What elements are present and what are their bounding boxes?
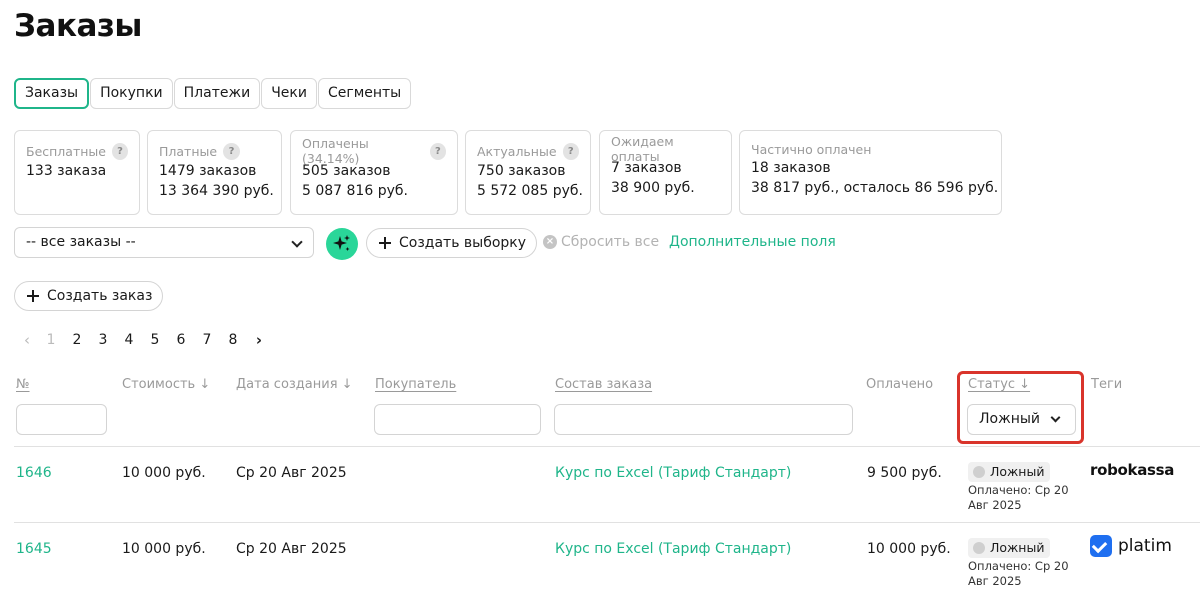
paid-date-note: Оплачено: Ср 20 Авг 2025 — [968, 483, 1069, 512]
status-badge-label: Ложный — [990, 464, 1045, 479]
help-icon[interactable]: ? — [429, 142, 446, 160]
platim-check-icon — [1090, 535, 1112, 557]
stat-label: Бесплатные — [26, 143, 106, 159]
stat-sum: 5 572 085 руб. — [477, 183, 583, 199]
page-title: Заказы — [14, 8, 142, 44]
column-header-items[interactable]: Состав заказа — [555, 377, 652, 392]
stat-count: 505 заказов — [302, 163, 391, 179]
help-icon[interactable]: ? — [562, 142, 579, 160]
stat-card-awaiting[interactable]: Ожидаем оплаты 7 заказов 38 900 руб. — [599, 130, 732, 215]
buyer-filter-input[interactable] — [374, 404, 541, 435]
stat-label: Ожидаем оплаты — [611, 134, 674, 164]
extra-fields-link[interactable]: Дополнительные поля — [669, 234, 836, 250]
create-selection-label: Создать выборку — [399, 235, 527, 251]
column-header-tags: Теги — [1091, 377, 1123, 392]
status-badge: Ложный — [968, 462, 1051, 482]
tab-payments[interactable]: Платежи — [173, 78, 261, 109]
stat-card-paid[interactable]: Платные? 1479 заказов 13 364 390 руб. — [147, 130, 282, 215]
create-order-label: Создать заказ — [47, 288, 153, 304]
stat-label: Частично оплачен — [751, 141, 872, 157]
page-link[interactable]: 6 — [168, 332, 194, 348]
reset-all-label: Сбросить все — [561, 234, 660, 250]
row-divider — [14, 446, 1200, 447]
robokassa-logo: robokassa — [1090, 461, 1175, 479]
help-icon[interactable]: ? — [223, 142, 241, 160]
prev-page-icon[interactable]: ‹ — [20, 331, 34, 349]
tabs-bar: Заказы Покупки Платежи Чеки Сегменты — [14, 78, 412, 109]
stat-count: 18 заказов — [751, 160, 831, 176]
column-header-cost[interactable]: Стоимость ↓ — [122, 377, 210, 392]
stat-card-partial[interactable]: Частично оплачен 18 заказов 38 817 руб.,… — [739, 130, 1002, 215]
segment-select[interactable]: -- все заказы -- — [14, 227, 314, 258]
stat-label: Платные — [159, 143, 218, 159]
stat-count: 133 заказа — [26, 163, 107, 179]
status-filter-highlight — [957, 371, 1084, 444]
create-order-button[interactable]: Создать заказ — [14, 281, 164, 311]
ai-magic-button[interactable] — [326, 228, 358, 260]
paid-date-note: Оплачено: Ср 20 Авг 2025 — [968, 559, 1069, 588]
stat-label: Актуальные — [477, 143, 557, 159]
page-link[interactable]: 4 — [116, 332, 142, 348]
page-link-current: 1 — [46, 332, 56, 348]
page-link[interactable]: 5 — [142, 332, 168, 348]
stat-card-actual[interactable]: Актуальные? 750 заказов 5 572 085 руб. — [465, 130, 591, 215]
status-badge-label: Ложный — [990, 540, 1045, 555]
stat-sum: 38 900 руб. — [611, 180, 695, 196]
status-dot-icon — [973, 542, 985, 554]
stat-sum: 5 087 816 руб. — [302, 183, 408, 199]
stat-count: 750 заказов — [477, 163, 566, 179]
order-items-link[interactable]: Курс по Excel (Тариф Стандарт) — [555, 541, 791, 557]
column-header-paid: Оплачено — [866, 377, 934, 392]
stat-count: 1479 заказов — [159, 163, 257, 179]
stat-sum: 38 817 руб., осталось 86 596 руб. — [751, 180, 999, 196]
order-items-link[interactable]: Курс по Excel (Тариф Стандарт) — [555, 465, 791, 481]
column-header-buyer[interactable]: Покупатель — [375, 377, 456, 392]
page-link[interactable]: 8 — [220, 332, 246, 348]
page-link[interactable]: 7 — [194, 332, 220, 348]
column-header-number[interactable]: № — [16, 377, 30, 392]
items-filter-input[interactable] — [554, 404, 853, 435]
platim-logo: platim — [1090, 535, 1172, 557]
status-badge: Ложный — [968, 538, 1051, 558]
order-number-link[interactable]: 1646 — [16, 465, 52, 481]
plus-icon — [379, 237, 391, 249]
sparkle-icon — [333, 235, 350, 251]
row-divider — [14, 522, 1200, 523]
tab-orders[interactable]: Заказы — [14, 78, 90, 109]
order-cost: 10 000 руб. — [122, 465, 206, 481]
reset-all-button[interactable]: × Сбросить все — [543, 234, 659, 250]
close-icon: × — [543, 235, 557, 249]
order-paid: 9 500 руб. — [867, 465, 942, 481]
stat-card-paid-up[interactable]: Оплачены (34.14%)? 505 заказов 5 087 816… — [290, 130, 458, 215]
column-header-created[interactable]: Дата создания ↓ — [236, 377, 353, 392]
tab-receipts[interactable]: Чеки — [261, 78, 317, 109]
status-dot-icon — [973, 466, 985, 478]
pagination: ‹ 1 2 3 4 5 6 7 8 › — [20, 331, 272, 349]
order-created: Ср 20 Авг 2025 — [236, 465, 347, 481]
segment-select-value: -- все заказы -- — [26, 234, 136, 250]
page-link[interactable]: 2 — [64, 332, 90, 348]
plus-icon — [27, 290, 39, 302]
stat-label: Оплачены (34.14%) — [302, 136, 369, 166]
order-cost: 10 000 руб. — [122, 541, 206, 557]
stat-sum: 13 364 390 руб. — [159, 183, 274, 199]
tab-purchases[interactable]: Покупки — [90, 78, 173, 109]
next-page-icon[interactable]: › — [246, 331, 272, 349]
number-filter-input[interactable] — [16, 404, 107, 435]
platim-logo-text: platim — [1118, 536, 1172, 556]
page-link[interactable]: 3 — [90, 332, 116, 348]
help-icon[interactable]: ? — [111, 142, 128, 160]
tab-segments[interactable]: Сегменты — [317, 78, 412, 109]
stat-card-free[interactable]: Бесплатные? 133 заказа — [14, 130, 140, 215]
order-number-link[interactable]: 1645 — [16, 541, 52, 557]
create-selection-button[interactable]: Создать выборку — [366, 228, 538, 258]
chevron-down-icon — [291, 236, 303, 248]
order-created: Ср 20 Авг 2025 — [236, 541, 347, 557]
order-paid: 10 000 руб. — [867, 541, 951, 557]
